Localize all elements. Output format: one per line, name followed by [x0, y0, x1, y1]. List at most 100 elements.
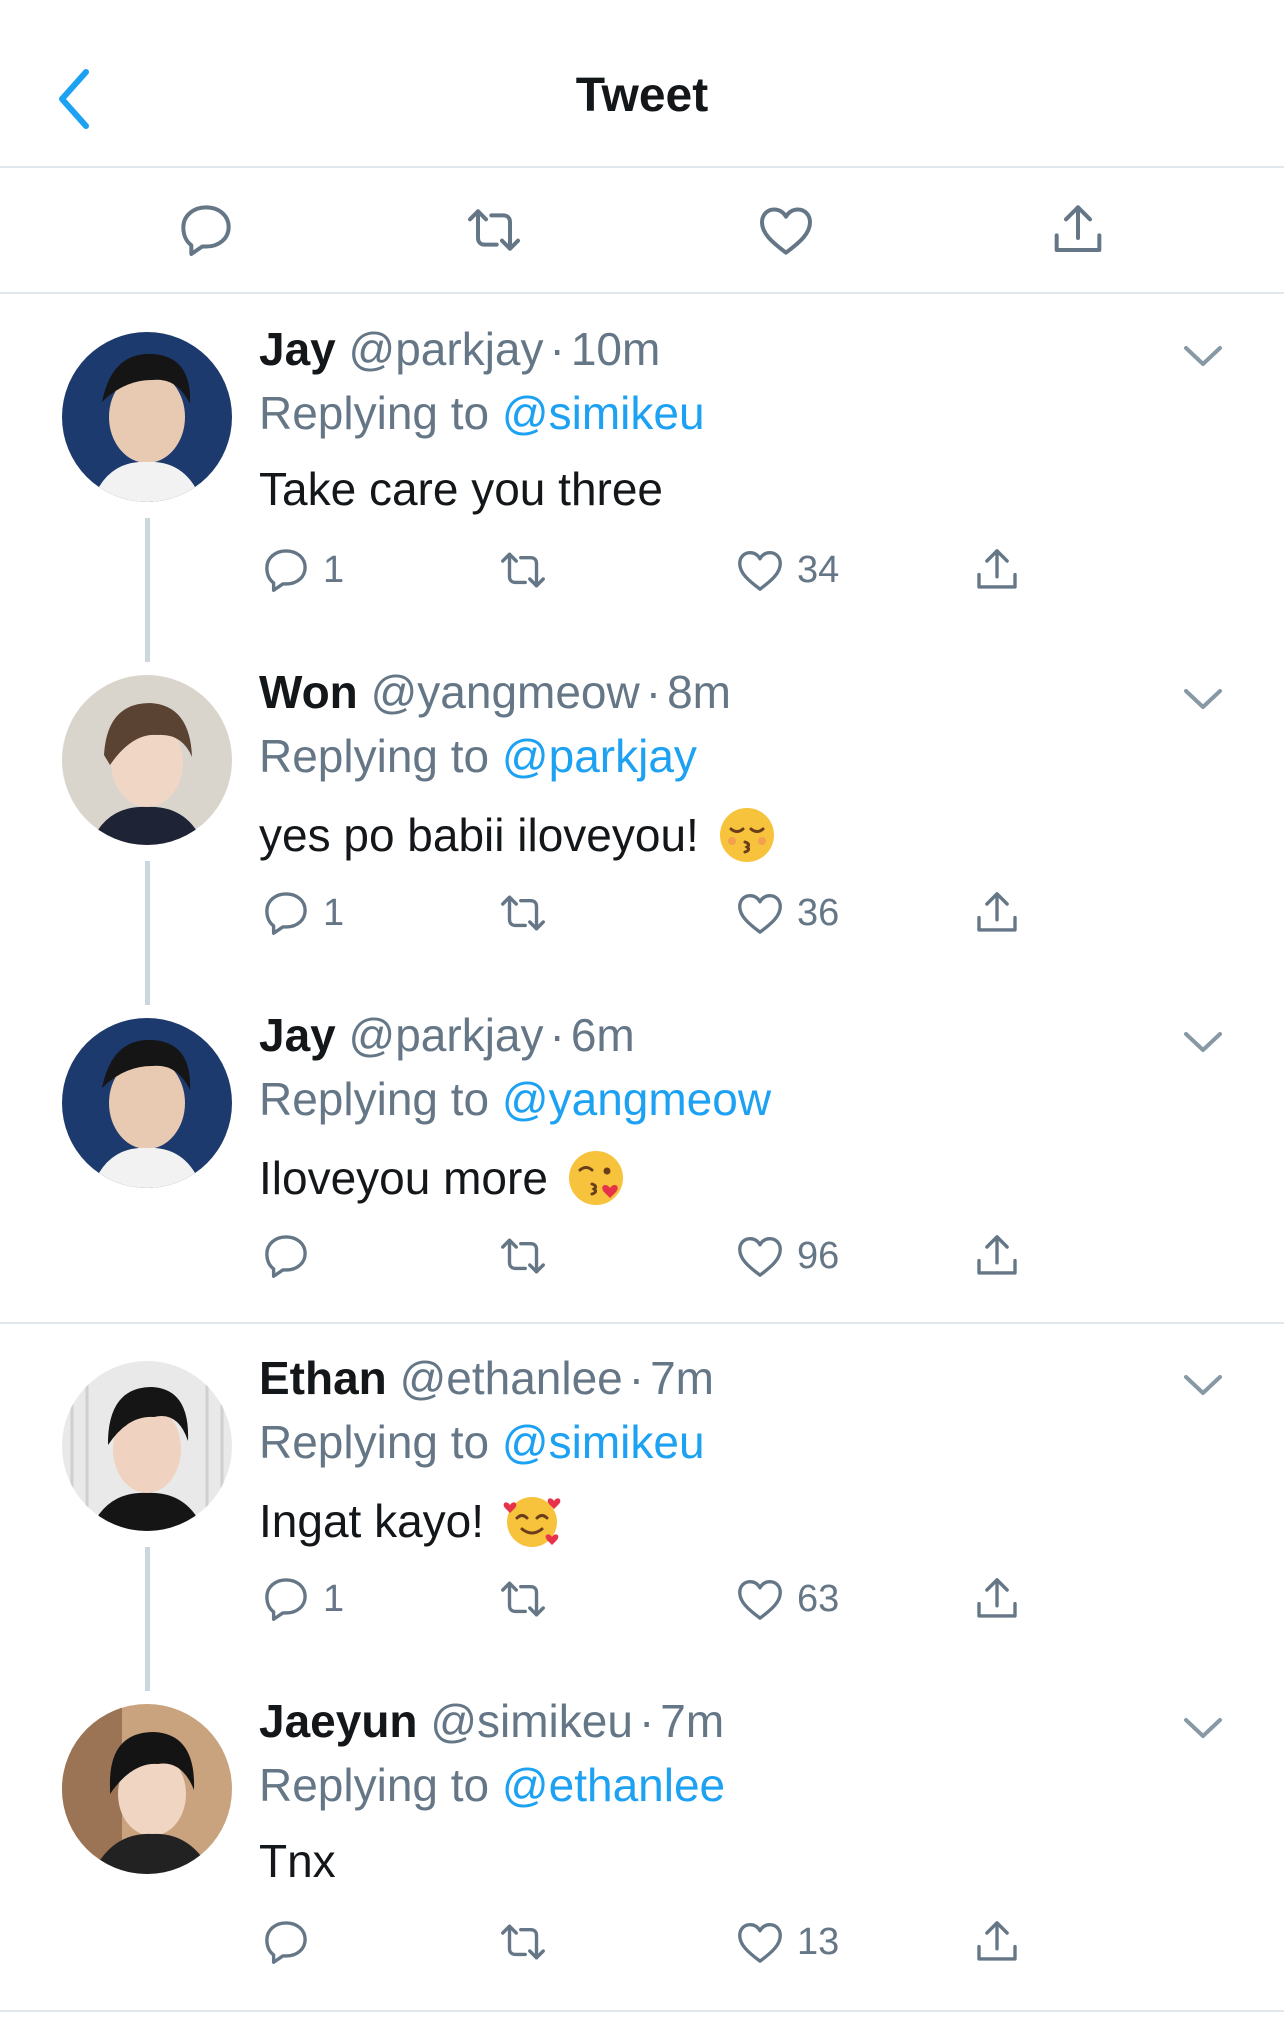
share-button[interactable] — [970, 1228, 1024, 1284]
face-blowing-kiss-emoji-icon — [566, 1148, 626, 1208]
reply-button[interactable] — [259, 1228, 323, 1284]
reply-button[interactable]: 1 — [259, 1571, 344, 1627]
retweet-button[interactable] — [496, 885, 550, 941]
retweet-button[interactable] — [496, 1914, 550, 1970]
author-name[interactable]: Jay — [259, 1009, 336, 1061]
separator-dot: · — [645, 666, 662, 718]
retweet-icon — [496, 543, 550, 597]
like-button[interactable]: 34 — [733, 542, 839, 598]
reply-tweet[interactable]: Jay @parkjay · 10m Replying to @simikeu Ta… — [0, 294, 1284, 637]
like-icon — [733, 1572, 787, 1626]
chevron-down-icon[interactable] — [1180, 1365, 1226, 1405]
reply-icon — [259, 1229, 313, 1283]
share-icon — [970, 886, 1024, 940]
avatar[interactable] — [62, 1704, 232, 1874]
retweet-icon[interactable] — [462, 198, 526, 262]
share-icon — [970, 543, 1024, 597]
reply-tweet[interactable]: Ethan @ethanlee · 7m Replying to @simikeu … — [0, 1323, 1284, 1666]
avatar[interactable] — [62, 1361, 232, 1531]
reply-count: 1 — [323, 1577, 345, 1620]
mention-link[interactable]: @simikeu — [502, 1416, 705, 1468]
reply-icon[interactable] — [174, 198, 238, 262]
retweet-button[interactable] — [496, 1571, 550, 1627]
top-navigation-bar: Tweet — [0, 0, 1284, 168]
like-icon — [733, 886, 787, 940]
chevron-down-icon[interactable] — [1180, 336, 1226, 376]
kissing-closed-eyes-emoji-icon — [717, 805, 777, 865]
replying-to-label: Replying to — [259, 387, 490, 439]
share-icon — [970, 1229, 1024, 1283]
share-icon — [970, 1572, 1024, 1626]
retweet-button[interactable] — [496, 542, 550, 598]
separator-dot: · — [549, 323, 565, 375]
like-count: 36 — [797, 891, 840, 934]
tweet-text: Iloveyou more — [259, 1152, 548, 1204]
timestamp: 6m — [570, 1009, 635, 1061]
separator-dot: · — [638, 1695, 655, 1747]
tweet-text: Tnx — [259, 1835, 336, 1887]
share-icon — [970, 1915, 1024, 1969]
mention-link[interactable]: @parkjay — [502, 730, 697, 782]
mention-link[interactable]: @yangmeow — [502, 1073, 771, 1125]
timestamp: 8m — [667, 666, 731, 718]
chevron-down-icon[interactable] — [1180, 1022, 1226, 1062]
author-handle[interactable]: @yangmeow — [371, 666, 640, 718]
separator-dot: · — [628, 1352, 645, 1404]
replying-to-label: Replying to — [259, 1759, 490, 1811]
avatar[interactable] — [62, 332, 232, 502]
reply-icon — [259, 1572, 313, 1626]
chevron-down-icon[interactable] — [1180, 1708, 1226, 1748]
author-handle[interactable]: @ethanlee — [400, 1352, 623, 1404]
mention-link[interactable]: @ethanlee — [502, 1759, 725, 1811]
timestamp: 7m — [660, 1695, 725, 1747]
replying-to-label: Replying to — [259, 1073, 490, 1125]
mention-link[interactable]: @simikeu — [502, 387, 705, 439]
reply-button[interactable]: 1 — [259, 542, 344, 598]
avatar[interactable] — [62, 675, 232, 845]
avatar[interactable] — [62, 1018, 232, 1188]
like-button[interactable]: 63 — [733, 1571, 839, 1627]
retweet-button[interactable] — [496, 1228, 550, 1284]
like-button[interactable]: 96 — [733, 1228, 839, 1284]
retweet-icon — [496, 886, 550, 940]
reply-icon — [259, 886, 313, 940]
chevron-down-icon[interactable] — [1180, 679, 1226, 719]
reply-icon — [259, 1915, 313, 1969]
page-title: Tweet — [575, 69, 709, 122]
tweet-action-bar — [0, 168, 1284, 294]
author-handle[interactable]: @parkjay — [349, 1009, 544, 1061]
share-button[interactable] — [970, 542, 1024, 598]
share-button[interactable] — [970, 885, 1024, 941]
reply-tweet[interactable]: Jay @parkjay · 6m Replying to @yangmeow Il… — [0, 980, 1284, 1323]
tweet-text: yes po babii iloveyou! — [259, 809, 699, 861]
like-button[interactable]: 36 — [733, 885, 839, 941]
like-icon[interactable] — [754, 198, 818, 262]
replying-to-label: Replying to — [259, 1416, 490, 1468]
replying-to-label: Replying to — [259, 730, 490, 782]
tweet-text: Ingat kayo! — [259, 1495, 485, 1547]
reply-count: 1 — [323, 548, 345, 591]
share-button[interactable] — [970, 1571, 1024, 1627]
author-name[interactable]: Jay — [259, 323, 336, 375]
timestamp: 10m — [570, 323, 661, 375]
like-button[interactable]: 13 — [733, 1914, 839, 1970]
author-name[interactable]: Ethan — [259, 1352, 387, 1404]
like-icon — [733, 1915, 787, 1969]
reply-tweet[interactable]: Jaeyun @simikeu · 7m Replying to @ethanlee… — [0, 1666, 1284, 2009]
smiling-face-with-hearts-emoji-icon — [502, 1491, 562, 1551]
share-icon[interactable] — [1046, 198, 1110, 262]
reply-tweet[interactable]: Won @yangmeow · 8m Replying to @parkjay ye… — [0, 637, 1284, 980]
like-icon — [733, 543, 787, 597]
like-count: 34 — [797, 548, 840, 591]
retweet-icon — [496, 1229, 550, 1283]
share-button[interactable] — [970, 1914, 1024, 1970]
retweet-icon — [496, 1572, 550, 1626]
author-handle[interactable]: @parkjay — [349, 323, 544, 375]
author-name[interactable]: Won — [259, 666, 358, 718]
like-icon — [733, 1229, 787, 1283]
author-handle[interactable]: @simikeu — [430, 1695, 633, 1747]
reply-button[interactable]: 1 — [259, 885, 344, 941]
author-name[interactable]: Jaeyun — [259, 1695, 418, 1747]
reply-button[interactable] — [259, 1914, 323, 1970]
separator-dot: · — [549, 1009, 565, 1061]
